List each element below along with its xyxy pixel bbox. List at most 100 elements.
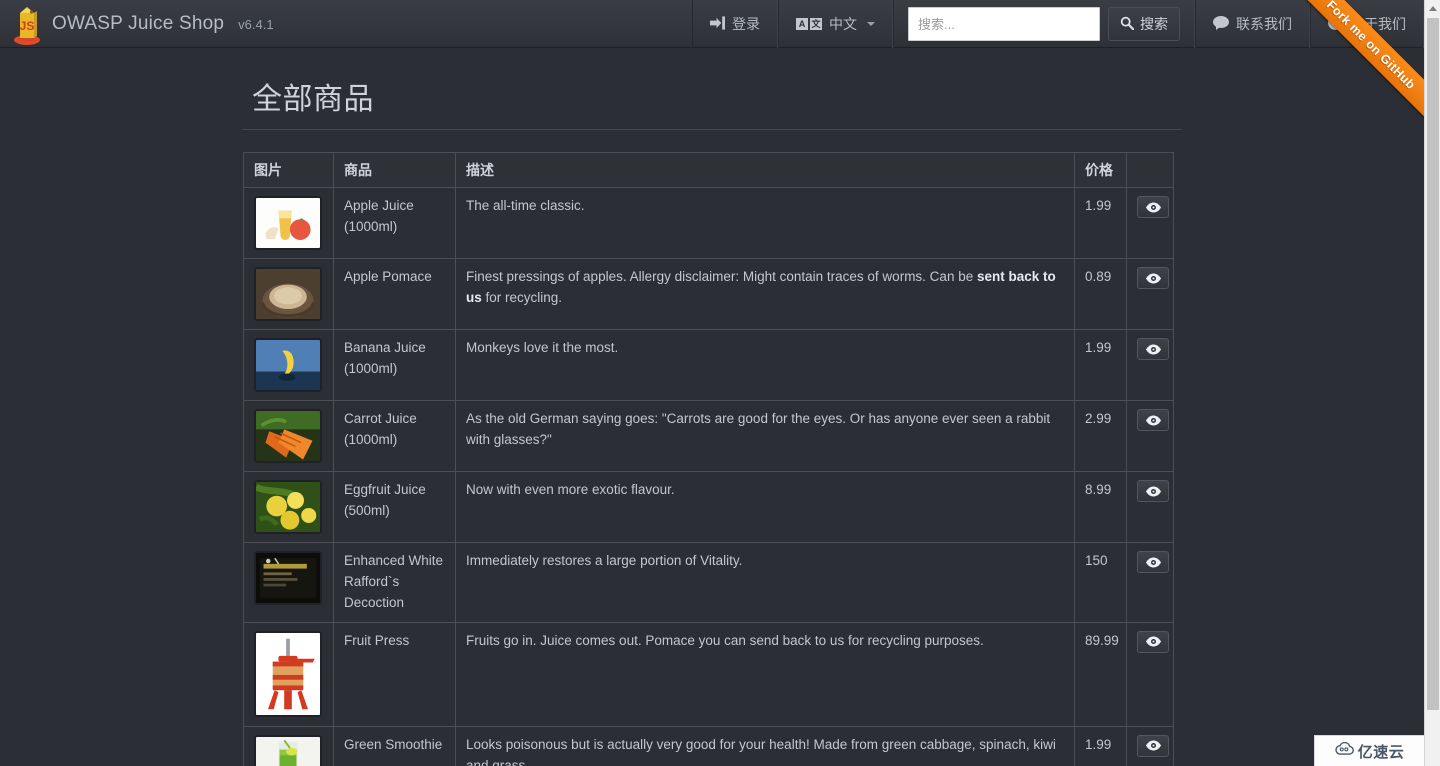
eggfruit-juice-thumbnail[interactable] (254, 480, 322, 534)
eye-icon[interactable] (1137, 338, 1169, 360)
eye-icon[interactable] (1137, 734, 1169, 757)
product-price-cell: 1.99 (1074, 725, 1127, 766)
cloud-icon (1335, 741, 1354, 760)
column-header-image[interactable]: 图片 (243, 152, 334, 188)
eye-icon[interactable] (1137, 480, 1169, 502)
product-image-cell (243, 542, 334, 623)
table-row[interactable]: Apple Pomace Finest pressings of apples. … (243, 258, 1174, 330)
eye-icon[interactable] (1137, 630, 1169, 653)
search-button-label: 搜索 (1140, 16, 1168, 32)
vertical-scrollbar[interactable] (1424, 0, 1440, 766)
product-image-cell (243, 258, 334, 330)
product-action-cell (1126, 542, 1174, 623)
product-action-cell (1126, 725, 1174, 766)
apple-juice-thumbnail[interactable] (254, 196, 322, 250)
product-image-cell (243, 400, 334, 472)
product-description-cell: Now with even more exotic flavour. (455, 471, 1075, 543)
watermark-badge: 亿速云 (1314, 735, 1424, 766)
search-icon (1120, 16, 1135, 33)
comment-icon (1213, 15, 1229, 33)
search-button[interactable]: 搜索 (1108, 7, 1180, 41)
product-name-cell: Carrot Juice (1000ml) (333, 400, 456, 472)
column-header-actions (1126, 152, 1174, 188)
products-table: 图片 商品 描述 价格 Apple Juice (1000ml) The all-… (243, 152, 1174, 766)
search-input[interactable] (908, 7, 1100, 41)
about-nav-item[interactable]: 关于我们 (1310, 0, 1424, 48)
rafford-decoction-thumbnail[interactable] (254, 551, 322, 605)
brand-version: v6.4.1 (238, 16, 274, 32)
caret-up-icon[interactable] (1425, 0, 1440, 17)
product-action-cell (1126, 187, 1174, 259)
sign-in-icon (710, 15, 725, 33)
product-price-cell: 2.99 (1074, 400, 1127, 472)
eye-icon[interactable] (1137, 409, 1169, 431)
table-row[interactable]: Fruit Press Fruits go in. Juice comes out… (243, 621, 1174, 727)
eye-icon[interactable] (1137, 267, 1169, 289)
product-action-cell (1126, 471, 1174, 543)
apple-pomace-thumbnail[interactable] (254, 267, 322, 321)
product-name-cell: Enhanced White Rafford`s Decoction (333, 542, 456, 623)
top-navbar: JS OWASP Juice Shop v6.4.1 登录 A 文 中文 搜索.… (0, 0, 1424, 129)
table-row[interactable]: Apple Juice (1000ml) The all-time classic… (243, 187, 1174, 259)
chevron-down-icon (867, 22, 875, 26)
fruit-press-thumbnail[interactable] (254, 630, 322, 717)
language-nav-item[interactable]: A 文 中文 (778, 0, 893, 48)
product-description-cell: The all-time classic. (455, 187, 1075, 259)
description-link[interactable]: sent back to us (466, 269, 1056, 305)
juice-carton-logo: JS (12, 3, 42, 45)
product-image-cell (243, 329, 334, 401)
product-name-cell: Eggfruit Juice (500ml) (333, 471, 456, 543)
carrot-juice-thumbnail[interactable] (254, 409, 322, 463)
green-smoothie-thumbnail[interactable] (254, 734, 322, 766)
column-header-product[interactable]: 商品 (333, 152, 456, 188)
product-description-cell: Fruits go in. Juice comes out. Pomace yo… (455, 621, 1075, 727)
page-title: 全部商品 (252, 83, 374, 116)
product-description-cell: Monkeys love it the most. (455, 329, 1075, 401)
table-row[interactable]: Enhanced White Rafford`s Decoction Immedi… (243, 542, 1174, 623)
column-header-description[interactable]: 描述 (455, 152, 1075, 188)
column-header-price[interactable]: 价格 (1074, 152, 1127, 188)
brand-home-link[interactable]: JS OWASP Juice Shop v6.4.1 (0, 0, 288, 48)
product-image-cell (243, 187, 334, 259)
table-row[interactable]: Green Smoothie Looks poisonous but is act… (243, 725, 1174, 766)
eye-icon[interactable] (1137, 551, 1169, 573)
product-description-cell: Looks poisonous but is actually very goo… (455, 725, 1075, 766)
language-badge-latin: A (796, 18, 808, 30)
svg-text:JS: JS (20, 19, 35, 33)
product-price-cell: 0.89 (1074, 258, 1127, 330)
product-image-cell (243, 471, 334, 543)
banana-juice-thumbnail[interactable] (254, 338, 322, 392)
login-nav-item[interactable]: 登录 (692, 0, 778, 48)
table-row[interactable]: Banana Juice (1000ml) Monkeys love it the… (243, 329, 1174, 401)
language-badge-cjk: 文 (810, 18, 822, 30)
login-label: 登录 (732, 16, 760, 32)
product-description-cell: Immediately restores a large portion of … (455, 542, 1075, 623)
title-divider (242, 129, 1182, 130)
products-table-body: Apple Juice (1000ml) The all-time classic… (243, 187, 1174, 766)
product-price-cell: 1.99 (1074, 187, 1127, 259)
table-row[interactable]: Carrot Juice (1000ml) As the old German s… (243, 400, 1174, 472)
info-circle-icon (1328, 15, 1343, 33)
product-description-cell: Finest pressings of apples. Allergy disc… (455, 258, 1075, 330)
product-price-cell: 89.99 (1074, 621, 1127, 727)
product-image-cell (243, 621, 334, 727)
product-name-cell: Green Smoothie (333, 725, 456, 766)
product-action-cell (1126, 400, 1174, 472)
language-label: 中文 (829, 16, 857, 32)
content-container: 全部商品 图片 商品 描述 价格 Apple Juice (1000ml) The… (242, 48, 1182, 766)
product-name-cell: Apple Juice (1000ml) (333, 187, 456, 259)
eye-icon[interactable] (1137, 196, 1169, 218)
watermark-label: 亿速云 (1357, 743, 1405, 761)
product-description-cell: As the old German saying goes: "Carrots … (455, 400, 1075, 472)
about-label: 关于我们 (1350, 16, 1406, 32)
product-name-cell: Fruit Press (333, 621, 456, 727)
table-row[interactable]: Eggfruit Juice (500ml) Now with even more… (243, 471, 1174, 543)
product-action-cell (1126, 621, 1174, 727)
contact-nav-item[interactable]: 联系我们 (1195, 0, 1310, 48)
scrollbar-thumb[interactable] (1427, 18, 1439, 710)
product-action-cell (1126, 329, 1174, 401)
product-price-cell: 150 (1074, 542, 1127, 623)
search-area: 搜索 (893, 0, 1195, 48)
product-image-cell (243, 725, 334, 766)
product-name-cell: Banana Juice (1000ml) (333, 329, 456, 401)
